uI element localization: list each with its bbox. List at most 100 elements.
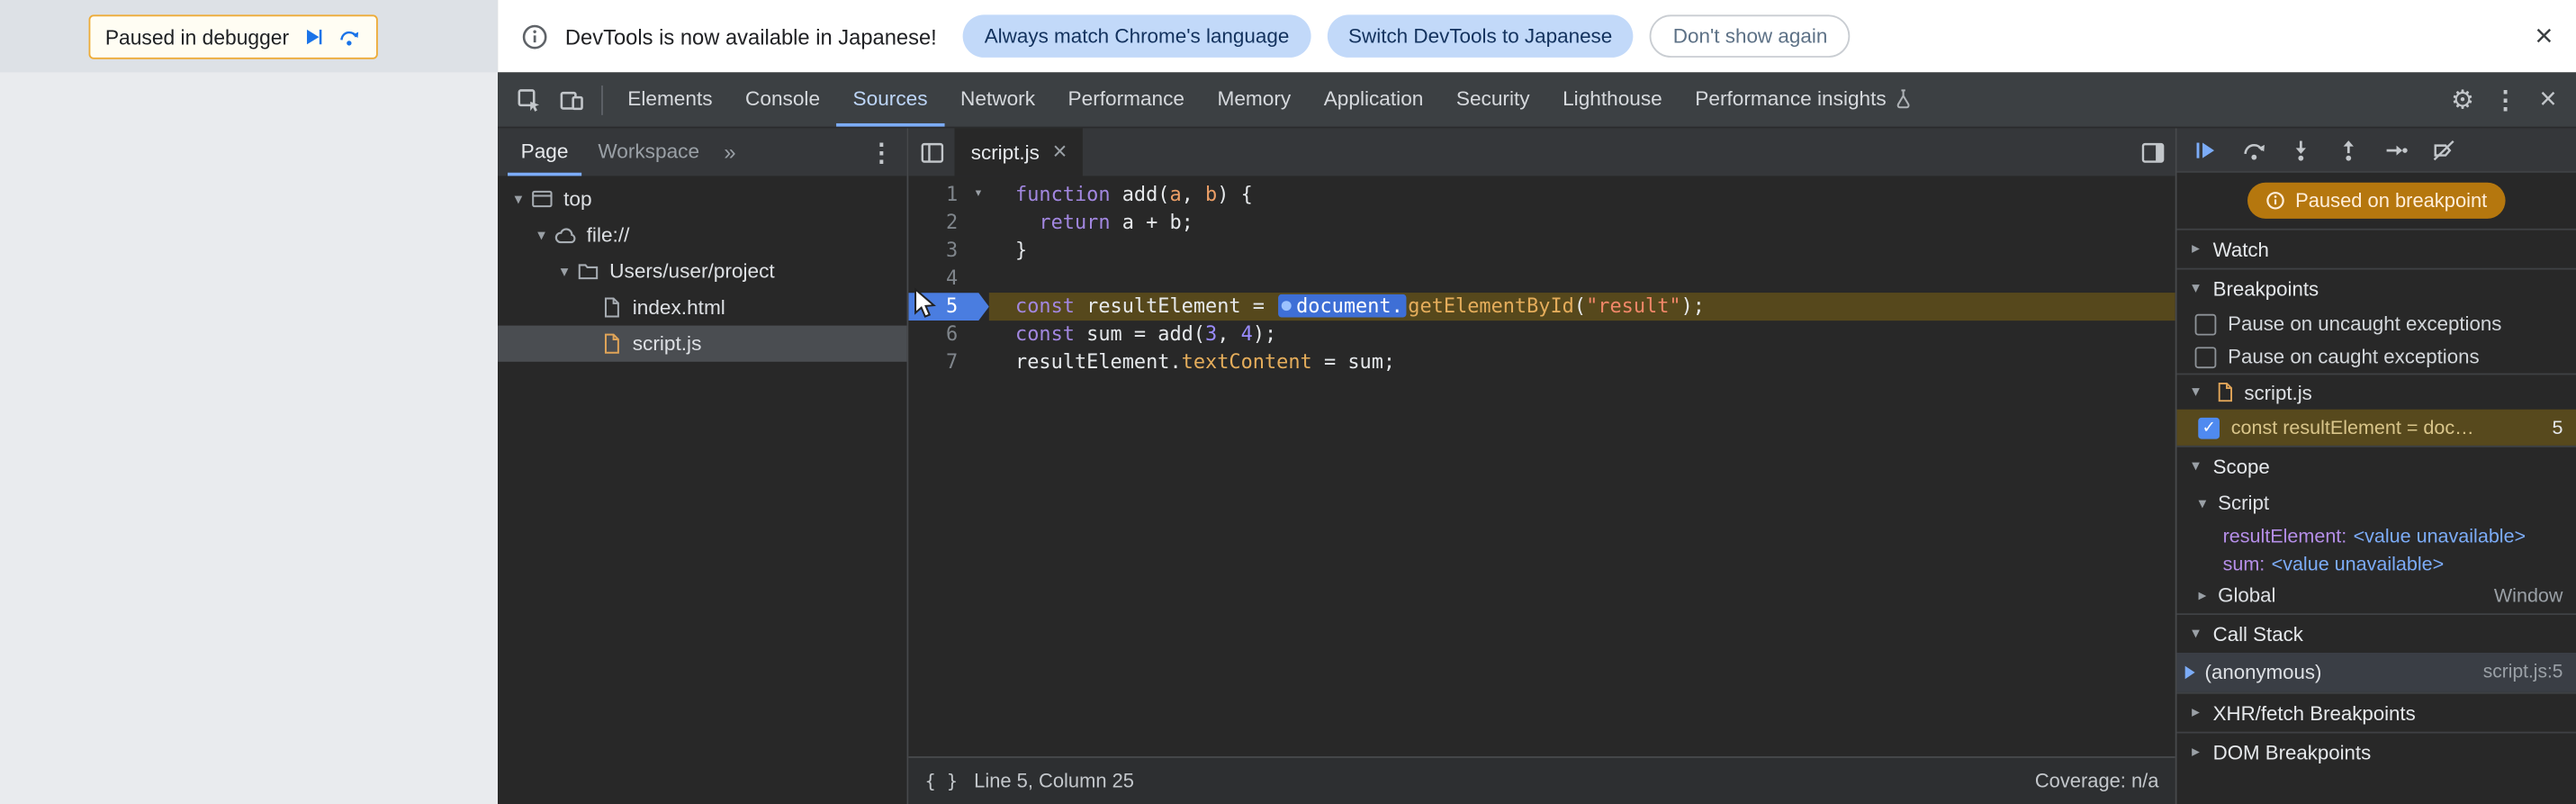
- tab-performance[interactable]: Performance: [1051, 72, 1201, 126]
- line-number[interactable]: 6: [908, 321, 968, 348]
- code-line-2[interactable]: 2 return a + b;: [908, 209, 2175, 237]
- resume-script-icon[interactable]: [302, 26, 324, 48]
- section-label: Breakpoints: [2212, 276, 2319, 301]
- settings-gear-icon[interactable]: [2441, 78, 2483, 121]
- tree-item-file-[interactable]: file://: [498, 217, 906, 253]
- breakpoint-file-group[interactable]: script.js: [2176, 373, 2576, 410]
- step-over-banner-icon[interactable]: [337, 26, 361, 48]
- tree-item-top[interactable]: top: [498, 181, 906, 217]
- scope-script-group[interactable]: Script: [2177, 485, 2576, 521]
- tab-network[interactable]: Network: [944, 72, 1051, 126]
- tab-label: Network: [960, 86, 1036, 110]
- fold-arrow-icon[interactable]: [968, 181, 989, 209]
- tab-close-icon[interactable]: [1052, 140, 1067, 164]
- line-number[interactable]: 1: [908, 181, 968, 209]
- section-dom-breakpoints[interactable]: DOM Breakpoints: [2176, 731, 2576, 772]
- section-breakpoints[interactable]: Breakpoints: [2176, 267, 2576, 308]
- section-label: DOM Breakpoints: [2212, 740, 2372, 764]
- tab-security[interactable]: Security: [1440, 72, 1546, 126]
- tree-item-script-js[interactable]: script.js: [498, 325, 907, 362]
- section-call-stack[interactable]: Call Stack: [2176, 613, 2576, 653]
- expand-arrow-icon[interactable]: [554, 262, 575, 280]
- code-line-6[interactable]: 6 const sum = add(3, 4);: [908, 321, 2175, 348]
- always-match-language-button[interactable]: Always match Chrome's language: [962, 14, 1311, 58]
- more-options-icon[interactable]: [2484, 78, 2526, 121]
- breakpoint-entry[interactable]: const resultElement = doc… 5: [2176, 409, 2576, 446]
- scope-global-row[interactable]: Global Window: [2177, 577, 2576, 613]
- code-line-7[interactable]: 7 resultElement.textContent = sum;: [908, 348, 2175, 376]
- section-scope[interactable]: Scope: [2176, 445, 2576, 485]
- breakpoint-entry-text: const resultElement = doc…: [2230, 416, 2474, 439]
- device-toolbar-icon[interactable]: [550, 78, 592, 121]
- tab-label: Elements: [627, 86, 713, 110]
- sources-panel: Page Workspace top file:// Users/user/proj…: [498, 128, 2576, 804]
- toggle-navigator-icon[interactable]: [908, 128, 954, 176]
- editor-tab-scriptjs[interactable]: script.js: [954, 128, 1084, 176]
- breakpoint-option-row[interactable]: Pause on caught exceptions: [2177, 340, 2576, 374]
- infobar-close-icon[interactable]: [2535, 21, 2553, 52]
- tree-item-index-html[interactable]: index.html: [498, 289, 906, 325]
- expand-arrow-icon[interactable]: [531, 226, 553, 244]
- checkbox-unchecked[interactable]: [2194, 346, 2217, 368]
- scope-variable-row[interactable]: sum: <value unavailable>: [2177, 549, 2576, 577]
- toggle-debugger-sidebar-icon[interactable]: [2130, 128, 2175, 176]
- code-line-1[interactable]: 1 function add(a, b) {: [908, 181, 2175, 209]
- section-xhr-breakpoints[interactable]: XHR/fetch Breakpoints: [2176, 691, 2576, 732]
- execution-pointer[interactable]: 5: [908, 293, 989, 321]
- switch-to-japanese-button[interactable]: Switch DevTools to Japanese: [1327, 14, 1635, 58]
- call-stack-frame[interactable]: (anonymous) script.js:5: [2176, 653, 2576, 692]
- deactivate-breakpoints-button[interactable]: [2420, 129, 2468, 170]
- resume-button[interactable]: [2182, 129, 2229, 170]
- tab-sources[interactable]: Sources: [836, 72, 944, 127]
- screen: Paused in debugger DevTools is now avail…: [0, 0, 2576, 804]
- disclosure-triangle-icon: [2186, 743, 2204, 761]
- tab-memory[interactable]: Memory: [1201, 72, 1307, 126]
- toolbar-right-controls: [2441, 78, 2576, 121]
- code-line-4[interactable]: 4: [908, 265, 2175, 293]
- frame-icon: [529, 185, 555, 212]
- dont-show-again-button[interactable]: Don't show again: [1650, 14, 1851, 58]
- step-into-button[interactable]: [2277, 129, 2325, 170]
- checkbox-unchecked[interactable]: [2194, 312, 2217, 335]
- step-button[interactable]: [2373, 129, 2420, 170]
- debugger-toolbar: [2176, 128, 2576, 173]
- tree-item-label: top: [563, 187, 592, 211]
- step-out-button[interactable]: [2325, 129, 2373, 170]
- tree-item-users-user-project[interactable]: Users/user/project: [498, 253, 906, 289]
- tab-label: Performance insights: [1695, 86, 1887, 110]
- file-js-icon: [598, 330, 624, 357]
- tab-elements[interactable]: Elements: [611, 72, 729, 126]
- pretty-print-icon[interactable]: [925, 770, 958, 793]
- disclosure-triangle-icon: [2186, 457, 2204, 475]
- disclosure-triangle-icon: [2193, 586, 2211, 604]
- tab-lighthouse[interactable]: Lighthouse: [1546, 72, 1679, 126]
- section-watch[interactable]: Watch: [2176, 228, 2576, 268]
- disclosure-triangle-icon: [2186, 625, 2204, 643]
- line-number[interactable]: 3: [908, 237, 968, 265]
- breakpoint-line-number: 5: [2552, 416, 2563, 439]
- tab-console[interactable]: Console: [729, 72, 837, 126]
- breakpoint-checkbox[interactable]: [2198, 416, 2220, 438]
- code-line-3[interactable]: 3}: [908, 237, 2175, 265]
- devtools-close-icon[interactable]: [2526, 78, 2569, 121]
- breakpoint-option-row[interactable]: Pause on uncaught exceptions: [2177, 307, 2576, 340]
- scope-variable-row[interactable]: resultElement: <value unavailable>: [2177, 521, 2576, 549]
- tab-label: Lighthouse: [1563, 86, 1662, 110]
- more-tabs-icon[interactable]: [716, 140, 743, 164]
- navigator-more-options-icon[interactable]: [869, 137, 894, 167]
- file-tree: top file:// Users/user/project index.html sc…: [498, 176, 907, 804]
- checkbox-label: Pause on caught exceptions: [2228, 345, 2480, 369]
- line-number[interactable]: 2: [908, 209, 968, 237]
- navigator-tab-page[interactable]: Page: [508, 128, 582, 176]
- line-number[interactable]: 4: [908, 265, 968, 293]
- tab-application[interactable]: Application: [1307, 72, 1439, 126]
- expand-arrow-icon[interactable]: [508, 190, 529, 208]
- code-editor[interactable]: 1function add(a, b) {2 return a + b;3}45…: [908, 176, 2175, 756]
- tab-performance-insights[interactable]: Performance insights: [1679, 72, 1929, 126]
- line-number[interactable]: 7: [908, 348, 968, 376]
- code-line-5[interactable]: 5 const resultElement = document. getEleme…: [908, 293, 2175, 321]
- step-over-button[interactable]: [2229, 129, 2277, 170]
- navigator-tab-workspace[interactable]: Workspace: [585, 128, 713, 176]
- code-text: resultElement.textContent = sum;: [1015, 349, 1396, 374]
- inspect-element-icon[interactable]: [508, 78, 550, 121]
